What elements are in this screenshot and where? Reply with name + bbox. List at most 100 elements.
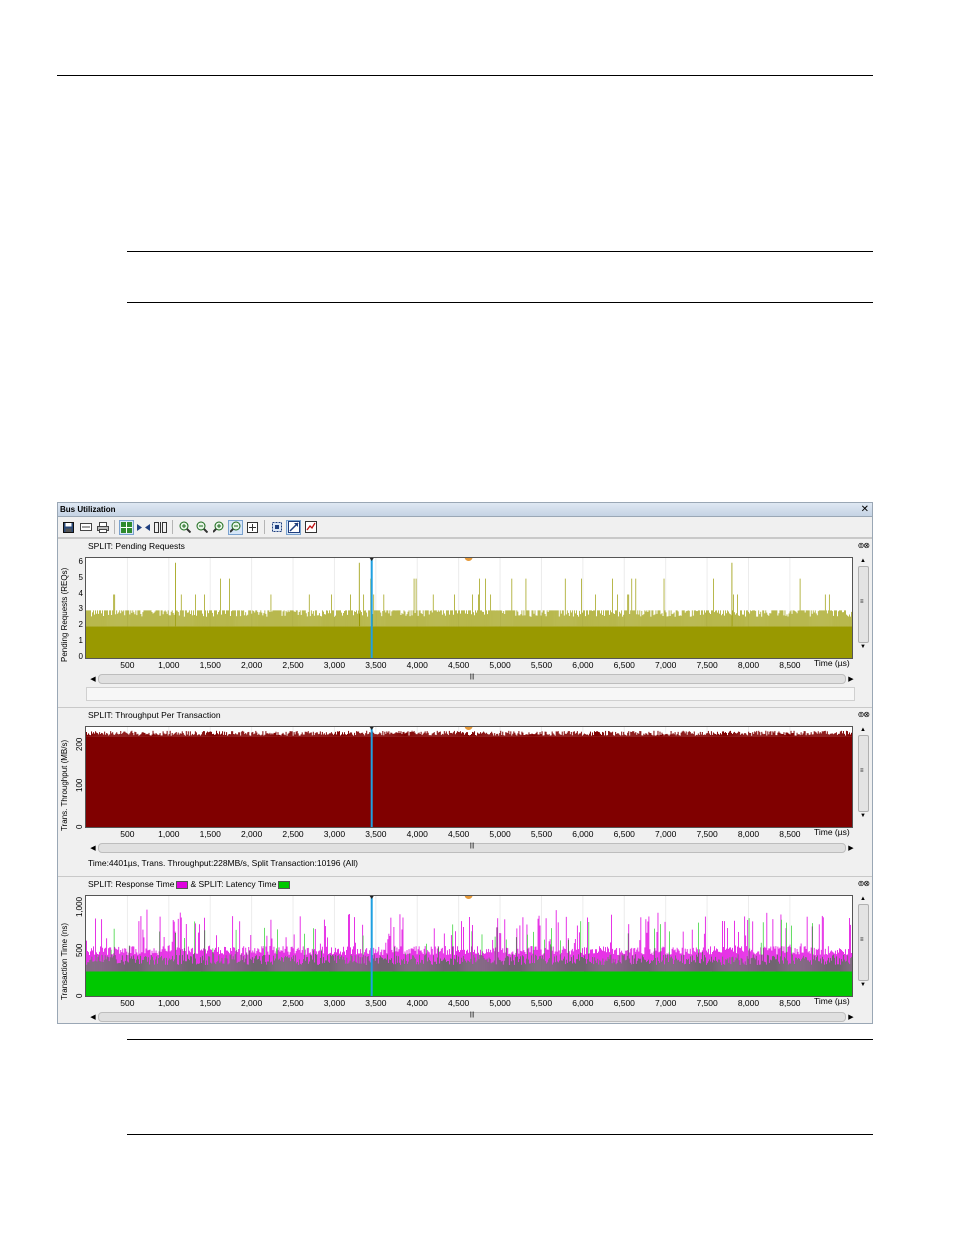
y-tick-label: 0 bbox=[75, 993, 84, 999]
toolbar-separator bbox=[172, 520, 173, 534]
y-axis-label: Transaction Time (ns) bbox=[60, 922, 69, 1000]
y-tick-label: 1,000 bbox=[75, 896, 84, 917]
x-tick-label: 5,500 bbox=[530, 998, 553, 1008]
fit-selection-icon[interactable] bbox=[269, 520, 284, 535]
x-tick-label: 5,500 bbox=[530, 829, 553, 839]
scroll-thumb[interactable]: ≡ bbox=[858, 566, 869, 643]
x-tick-label: 4,500 bbox=[448, 998, 470, 1008]
latency-time-legend-swatch bbox=[278, 880, 291, 889]
grid-view-icon[interactable] bbox=[119, 519, 134, 535]
x-tick-label: 4,000 bbox=[406, 998, 428, 1008]
marker-icon[interactable] bbox=[464, 558, 473, 561]
chart-svg bbox=[86, 558, 852, 658]
zoom-out-icon[interactable] bbox=[194, 520, 209, 535]
scroll-track[interactable]: ||| bbox=[98, 842, 846, 853]
bracket-icon[interactable] bbox=[153, 520, 168, 535]
scroll-right-arrow-icon[interactable]: ▶ bbox=[846, 675, 856, 683]
x-tick-label: 1,000 bbox=[158, 998, 180, 1008]
panel-controls[interactable]: ⊚⊗ bbox=[858, 710, 870, 719]
scroll-up-arrow-icon[interactable]: ▲ bbox=[858, 726, 868, 735]
print-icon[interactable] bbox=[95, 520, 110, 535]
print-preview-icon[interactable] bbox=[78, 520, 93, 535]
x-tick-label: 5,000 bbox=[489, 660, 511, 670]
header-rule bbox=[57, 75, 873, 76]
scroll-track[interactable]: ||| bbox=[98, 673, 846, 684]
y-tick-label: 2 bbox=[78, 620, 83, 630]
scroll-down-arrow-icon[interactable]: ▼ bbox=[858, 981, 868, 990]
zoom-in-icon[interactable] bbox=[177, 520, 192, 535]
scroll-right-arrow-icon[interactable]: ▶ bbox=[846, 844, 856, 852]
grip-icon: ≡ bbox=[860, 768, 864, 774]
chart-svg bbox=[86, 896, 852, 996]
x-tick-label: 2,000 bbox=[240, 829, 263, 839]
x-axis-unit: Time (µs) bbox=[814, 827, 850, 837]
x-tick-label: 8,500 bbox=[779, 660, 801, 670]
scroll-left-arrow-icon[interactable]: ◀ bbox=[88, 675, 98, 683]
panel-title: SPLIT: Response Time & SPLIT: Latency Tim… bbox=[88, 879, 292, 889]
grip-icon: ||| bbox=[469, 1011, 475, 1018]
x-tick-label: 7,500 bbox=[696, 660, 718, 670]
marker-icon[interactable] bbox=[464, 896, 473, 899]
x-tick-label: 500 bbox=[120, 998, 135, 1008]
toolbar-separator bbox=[114, 520, 115, 534]
y-tick-label: 3 bbox=[78, 604, 83, 614]
x-tick-label: 1,500 bbox=[199, 829, 221, 839]
latency-fill bbox=[86, 971, 852, 996]
x-tick-label: 4,500 bbox=[448, 829, 470, 839]
zoom-in-x-icon[interactable] bbox=[211, 520, 226, 535]
scroll-down-arrow-icon[interactable]: ▼ bbox=[858, 643, 868, 652]
y-tick-label: 100 bbox=[75, 778, 84, 793]
marker-icon[interactable] bbox=[464, 727, 473, 730]
close-icon[interactable]: ✕ bbox=[861, 503, 869, 516]
x-tick-label: 8,000 bbox=[737, 998, 760, 1008]
link-icon[interactable] bbox=[136, 520, 151, 535]
save-icon[interactable] bbox=[61, 520, 76, 535]
y-tick-label: 500 bbox=[75, 944, 84, 958]
settings-icon[interactable] bbox=[303, 520, 318, 535]
y-axis-label: Trans. Throughput (MB/s) bbox=[60, 739, 69, 831]
vertical-scrollbar[interactable]: ▲ ≡ ▼ bbox=[858, 895, 869, 997]
scroll-thumb[interactable]: ≡ bbox=[858, 735, 869, 812]
panel-title: SPLIT: Pending Requests bbox=[88, 541, 185, 551]
scroll-right-arrow-icon[interactable]: ▶ bbox=[846, 1013, 856, 1021]
zoom-out-x-icon[interactable] bbox=[228, 519, 243, 535]
x-tick-label: 3,000 bbox=[323, 829, 346, 839]
y-axis-label: Pending Requests (REQs) bbox=[60, 567, 69, 662]
fit-icon[interactable] bbox=[245, 520, 260, 535]
vertical-scrollbar[interactable]: ▲ ≡ ▼ bbox=[858, 726, 869, 828]
status-readout: Time:4401µs, Trans. Throughput:228MB/s, … bbox=[88, 858, 358, 868]
x-tick-label: 500 bbox=[120, 660, 135, 670]
scroll-left-arrow-icon[interactable]: ◀ bbox=[88, 1013, 98, 1021]
x-tick-label: 2,000 bbox=[240, 660, 263, 670]
x-tick-label: 8,000 bbox=[737, 829, 760, 839]
scroll-down-arrow-icon[interactable]: ▼ bbox=[858, 812, 868, 821]
x-tick-label: 1,000 bbox=[158, 660, 180, 670]
horizontal-scrollbar[interactable]: ◀ ||| ▶ bbox=[88, 1011, 856, 1022]
x-tick-label: 6,000 bbox=[572, 660, 594, 670]
panel-controls[interactable]: ⊚⊗ bbox=[858, 879, 870, 888]
x-tick-label: 4,000 bbox=[406, 660, 428, 670]
scroll-left-arrow-icon[interactable]: ◀ bbox=[88, 844, 98, 852]
scroll-thumb[interactable]: ≡ bbox=[858, 904, 869, 981]
x-tick-label: 6,500 bbox=[613, 660, 635, 670]
x-tick-label: 5,000 bbox=[489, 829, 511, 839]
vertical-scrollbar[interactable]: ▲ ≡ ▼ bbox=[858, 557, 869, 659]
horizontal-scrollbar[interactable]: ◀ ||| ▶ bbox=[88, 842, 856, 853]
response-latency-panel: SPLIT: Response Time & SPLIT: Latency Tim… bbox=[58, 876, 872, 1023]
scroll-up-arrow-icon[interactable]: ▲ bbox=[858, 895, 868, 904]
expand-icon[interactable] bbox=[286, 519, 301, 535]
plot-area[interactable] bbox=[85, 557, 853, 659]
scroll-track[interactable]: ||| bbox=[98, 1011, 846, 1022]
panel-title-text: SPLIT: Response Time bbox=[88, 879, 175, 889]
scroll-up-arrow-icon[interactable]: ▲ bbox=[858, 557, 868, 566]
plot-area[interactable] bbox=[85, 895, 853, 997]
panel-controls[interactable]: ⊚⊗ bbox=[858, 541, 870, 550]
horizontal-scrollbar[interactable]: ◀ ||| ▶ bbox=[88, 673, 856, 684]
x-tick-label: 5,000 bbox=[489, 998, 511, 1008]
x-tick-label: 8,500 bbox=[779, 998, 801, 1008]
plot-area[interactable] bbox=[85, 726, 853, 828]
chart-svg bbox=[86, 727, 852, 827]
x-tick-label: 6,500 bbox=[613, 829, 635, 839]
cursor-tip-icon bbox=[369, 896, 374, 899]
y-tick-label: 0 bbox=[75, 824, 84, 830]
